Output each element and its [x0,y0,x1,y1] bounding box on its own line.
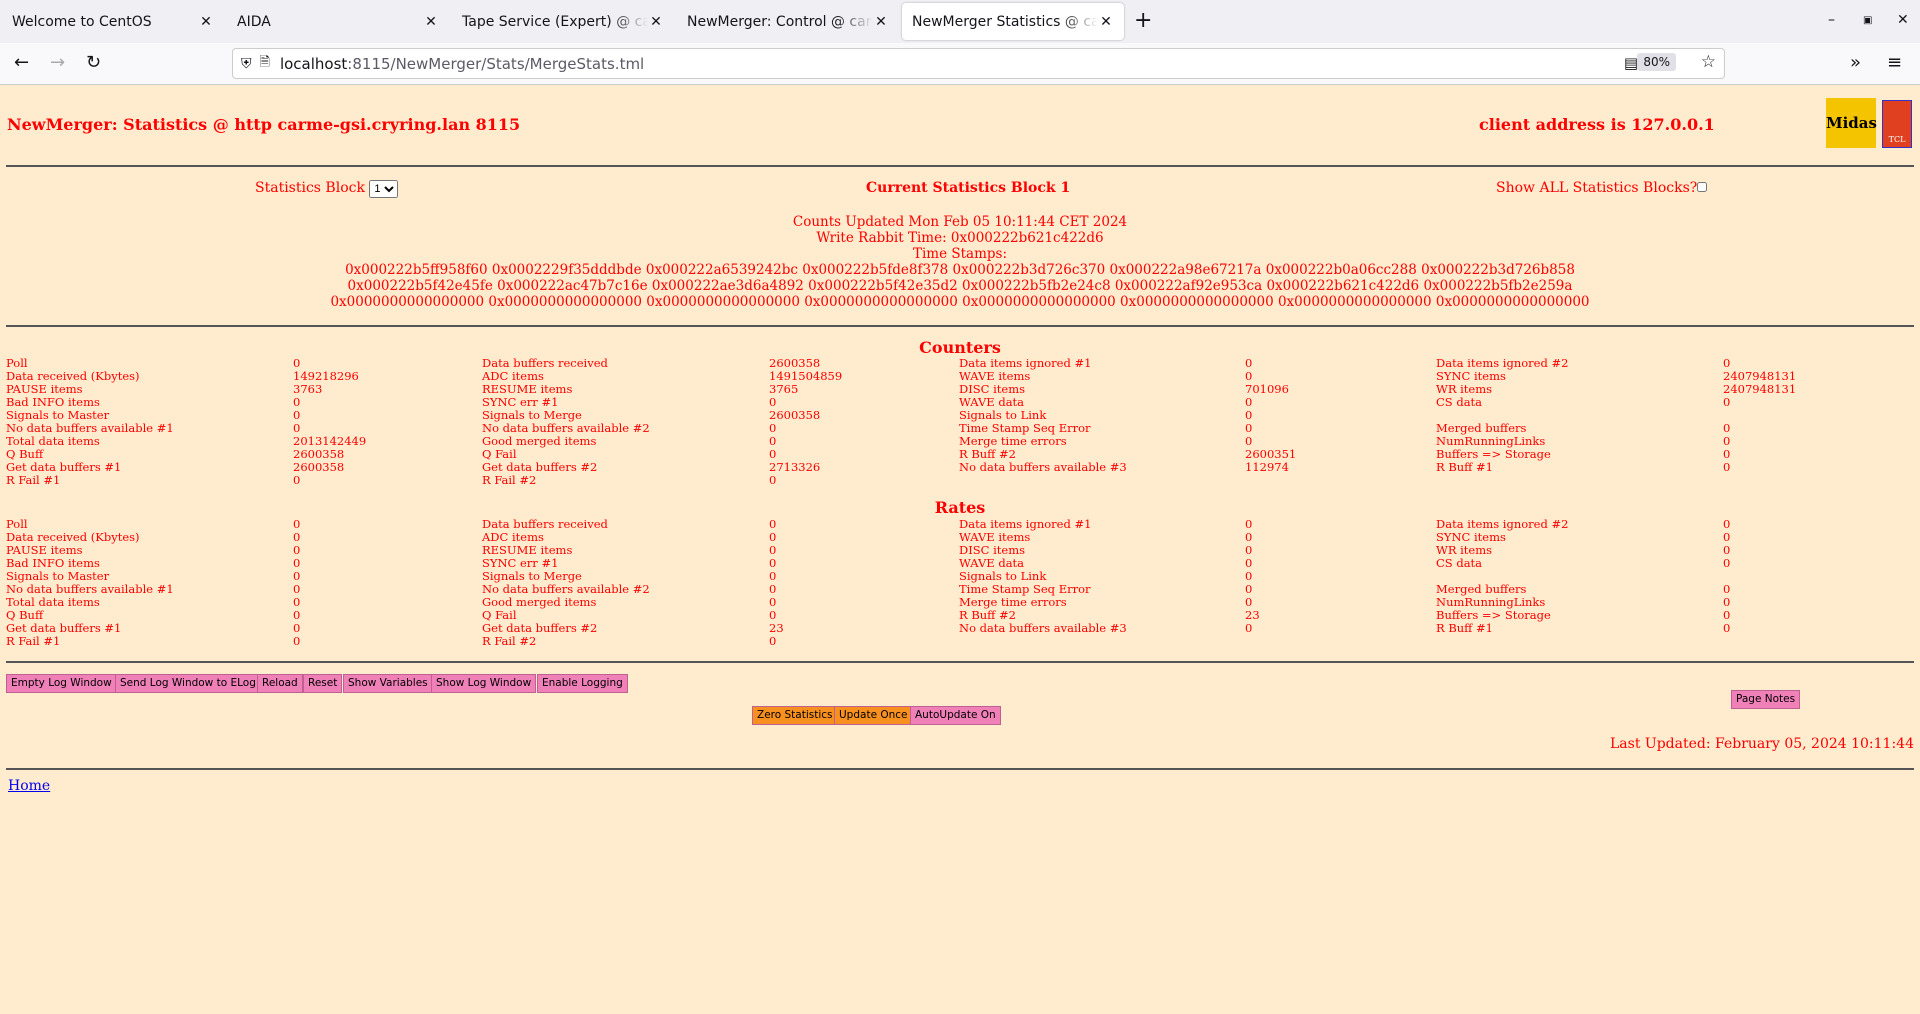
bookmark-star-icon[interactable]: ☆ [1701,52,1716,72]
tcl-logo[interactable]: TCL [1882,100,1912,148]
time-stamps-line: 0x000222b5ff958f60 0x0002229f35dddbde 0x… [345,262,1575,278]
tab-title: Tape Service (Expert) @ carme [462,13,648,30]
browser-tab-bar: Welcome to CentOS ✕ AIDA ✕ Tape Service (Exp… [0,0,1920,43]
minimize-button[interactable]: – [1828,12,1835,28]
stat-value: 0 [1723,460,1731,474]
divider [6,661,1914,663]
shield-icon[interactable]: ⛨ [241,56,252,72]
statistics-block-label: Statistics Block 1 [255,180,399,198]
stat-label: CS data [1436,395,1483,409]
stat-value: 0 [1245,621,1253,635]
maximize-button[interactable]: ▣ [1863,15,1872,26]
stat-value: 0 [1723,556,1731,570]
time-stamps-label: Time Stamps: [912,246,1008,262]
tab-title: Welcome to CentOS [12,13,152,30]
action-button[interactable]: Enable Logging [537,674,628,693]
stat-label: R Fail #1 [6,473,61,487]
divider [6,165,1914,167]
action-button[interactable]: Show Log Window [431,674,537,693]
browser-tab[interactable]: NewMerger: Control @ carme ✕ [677,3,899,40]
reload-icon[interactable]: ↻ [86,52,101,73]
zoom-level-button[interactable]: 80% [1637,53,1676,71]
counters-heading: Counters [919,338,1001,357]
action-button[interactable]: Show Variables [343,674,433,693]
navigation-bar: ← → ↻ ⛨ 🗎 localhost:8115/NewMerger/Stats… [0,43,1920,85]
browser-tab[interactable]: Welcome to CentOS ✕ [2,3,224,40]
url-host: localhost [279,54,348,73]
tab-title: NewMerger Statistics @ carme [912,13,1098,30]
stat-value: 0 [293,634,301,648]
close-window-button[interactable]: ✕ [1897,12,1909,28]
stat-value: 0 [769,634,777,648]
show-all-checkbox[interactable] [1697,182,1708,192]
home-link[interactable]: Home [8,778,50,794]
stat-value: 0 [1723,395,1731,409]
info-block: Counts Updated Mon Feb 05 10:11:44 CET 2… [0,214,1920,310]
stat-label: R Buff #1 [1436,621,1493,635]
page-notes-button[interactable]: Page Notes [1731,690,1801,709]
statistics-block-select[interactable]: 1 [369,180,399,198]
last-updated: Last Updated: February 05, 2024 10:11:44 [1610,736,1914,752]
stat-label: R Buff #1 [1436,460,1493,474]
action-button[interactable]: Update Once [834,706,913,725]
stat-label: R Fail #2 [482,634,537,648]
action-button[interactable]: Reset [303,674,343,693]
stat-value: 2407948131 [1723,382,1797,396]
browser-tab[interactable]: AIDA ✕ [227,3,449,40]
divider [6,768,1914,770]
hamburger-menu-icon[interactable]: ≡ [1887,52,1902,73]
stat-value: 2713326 [769,460,821,474]
back-icon[interactable]: ← [14,52,29,73]
rates-heading: Rates [934,498,986,517]
tab-title: NewMerger: Control @ carme [687,13,873,30]
close-tab-icon[interactable]: ✕ [198,14,214,30]
counts-updated: Counts Updated Mon Feb 05 10:11:44 CET 2… [792,214,1128,230]
divider [6,325,1914,327]
stat-value: 0 [293,473,301,487]
show-all-text: Show ALL Statistics Blocks? [1496,180,1698,196]
write-rabbit-time: Write Rabbit Time: 0x000222b621c422d6 [816,230,1104,246]
url-bar[interactable]: ⛨ 🗎 localhost:8115/NewMerger/Stats/Merge… [232,48,1725,79]
page-icon: 🗎 [259,54,270,70]
action-button[interactable]: Reload [257,674,303,693]
show-all-label: Show ALL Statistics Blocks? [1496,180,1708,196]
browser-tab[interactable]: NewMerger Statistics @ carme✕ [902,3,1124,40]
action-button[interactable]: AutoUpdate On [910,706,1001,725]
stat-label: CS data [1436,556,1483,570]
close-tab-icon[interactable]: ✕ [423,14,439,30]
browser-tab[interactable]: Tape Service (Expert) @ carme✕ [452,3,674,40]
midas-logo[interactable]: Midas [1826,98,1877,148]
time-stamps-line: 0x0000000000000000 0x0000000000000000 0x… [330,294,1590,310]
current-block-heading: Current Statistics Block 1 [866,180,1071,196]
forward-icon[interactable]: → [50,52,65,73]
page-title: NewMerger: Statistics @ http carme-gsi.c… [7,115,521,134]
stat-value: 0 [1723,621,1731,635]
stat-label: R Fail #1 [6,634,61,648]
close-tab-icon[interactable]: ✕ [648,14,664,30]
tab-title: AIDA [237,13,271,30]
stat-value: 0 [769,473,777,487]
url-path: :8115/NewMerger/Stats/MergeStats.tml [347,54,645,73]
close-tab-icon[interactable]: ✕ [1098,14,1114,30]
action-button[interactable]: Empty Log Window [6,674,117,693]
reader-view-icon[interactable]: ▤ [1624,54,1638,72]
stat-label: No data buffers available #3 [959,621,1127,635]
client-address: client address is 127.0.0.1 [1479,115,1715,134]
overflow-menu-icon[interactable]: » [1850,52,1861,73]
action-button[interactable]: Zero Statistics [752,706,838,725]
stat-value: 2600358 [293,460,345,474]
stat-label: R Fail #2 [482,473,537,487]
action-button[interactable]: Send Log Window to ELog [115,674,261,693]
stat-label: No data buffers available #3 [959,460,1127,474]
stat-value: 2600358 [769,408,821,422]
statistics-block-text: Statistics Block [255,180,365,196]
new-tab-button[interactable]: + [1134,8,1152,33]
time-stamps-line: 0x000222b5f42e45fe 0x000222ac47b7c16e 0x… [347,278,1573,294]
close-tab-icon[interactable]: ✕ [873,14,889,30]
stat-value: 112974 [1245,460,1289,474]
